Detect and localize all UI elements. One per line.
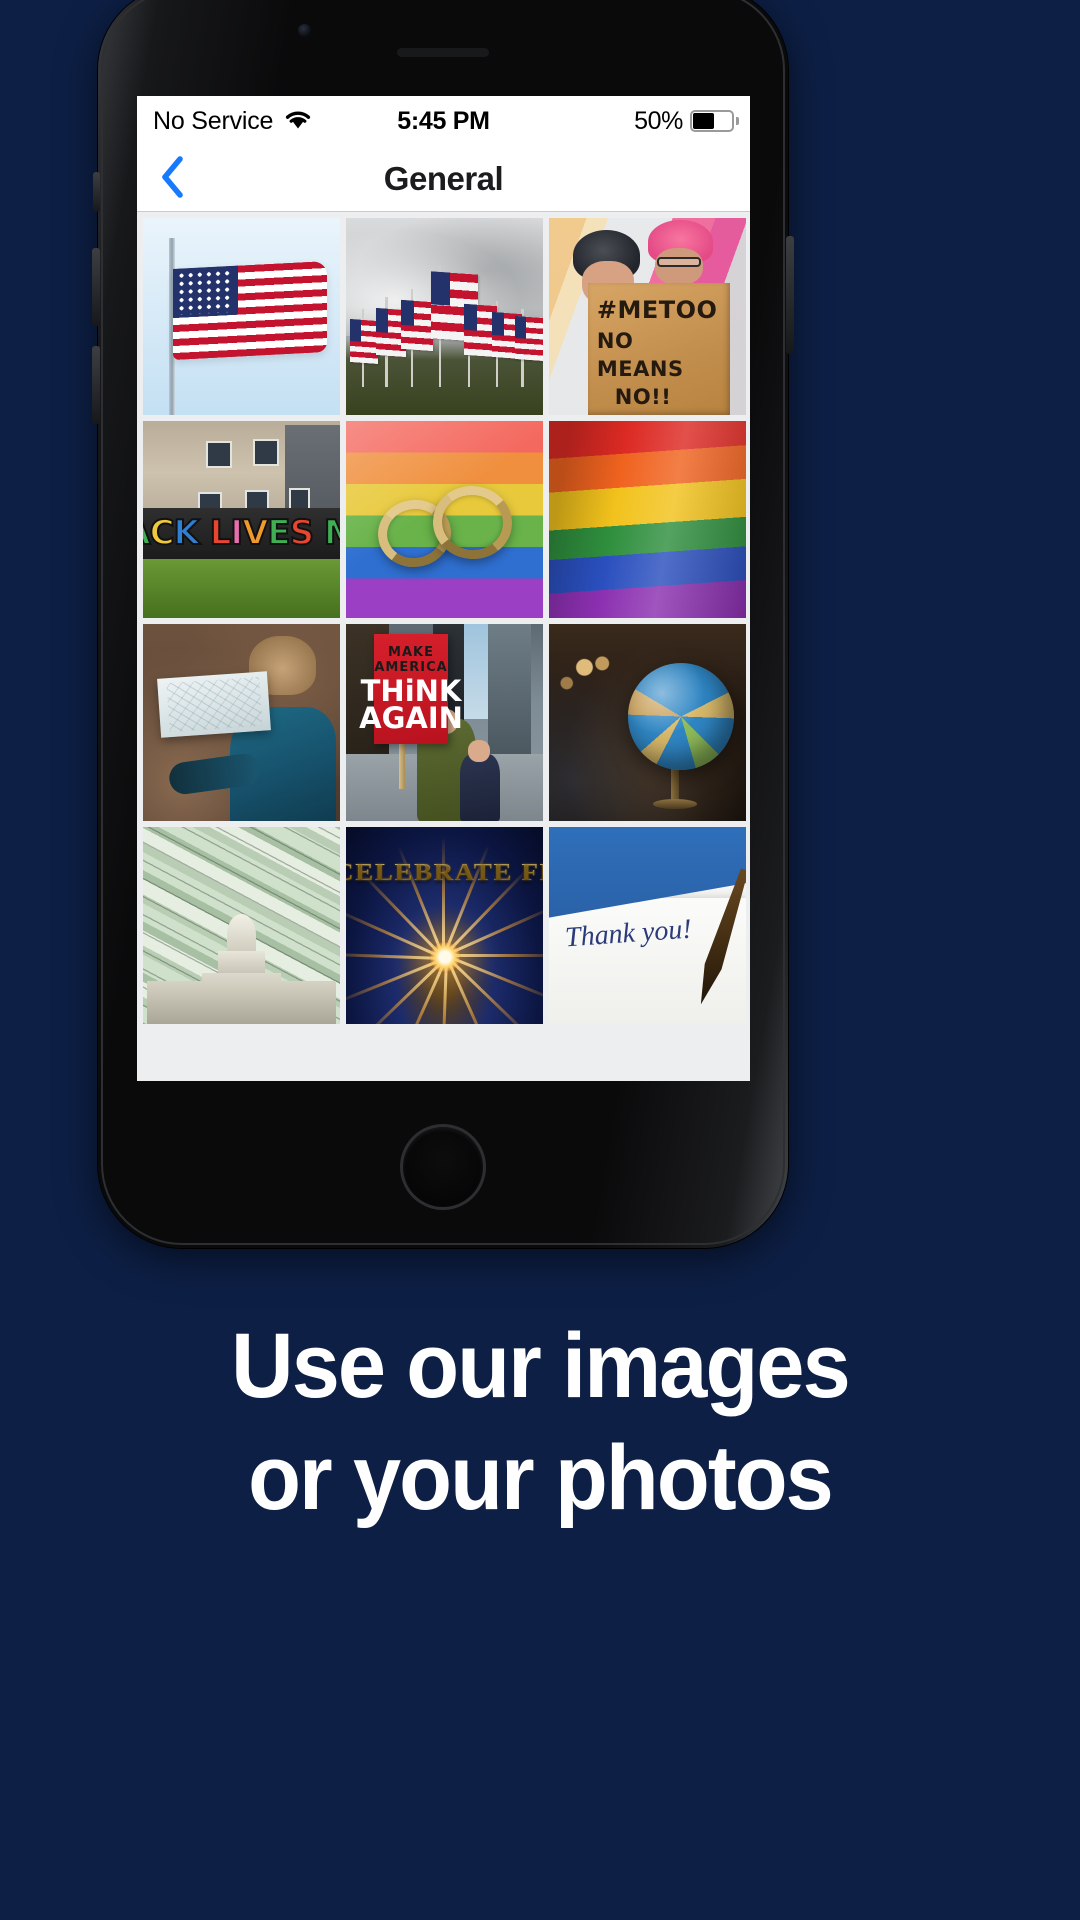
screenshot-stage: No Service 5:45 PM 50% General #METOO NO… [0, 0, 1080, 1920]
front-camera [298, 24, 311, 37]
photo-cell-black-lives-matter-mural[interactable]: BLACK LIVES MAT [143, 421, 340, 618]
photo-grid: #METOO NO MEANS NO!! C K L I V E S MAKE … [137, 212, 750, 1024]
photo-cell-thank-you-card[interactable]: Thank you! [549, 827, 746, 1024]
photo-cell-world-globe[interactable] [549, 624, 746, 821]
photo-cell-child-with-map[interactable] [143, 624, 340, 821]
photo-thumbnail [143, 218, 340, 415]
photo-thumbnail [143, 624, 340, 821]
photo-thumbnail [549, 421, 746, 618]
photo-cell-capitol-money[interactable] [143, 827, 340, 1024]
earpiece-speaker [397, 48, 489, 57]
sign-line-4: AGAIN [359, 701, 463, 736]
protest-sign-text: #METOO NO MEANS NO!! [596, 296, 718, 410]
photo-thumbnail: BLACK LIVES MAT [143, 421, 340, 618]
status-bar-left: No Service [153, 107, 313, 136]
page-title: General [383, 159, 504, 197]
promo-headline-line1: Use our images [231, 1315, 851, 1417]
photo-thumbnail [346, 218, 543, 415]
photo-cell-metoo-protest[interactable]: #METOO NO MEANS NO!! [549, 218, 746, 415]
sign-line-1: MAKE [388, 645, 434, 661]
photo-cell-field-of-flags[interactable] [346, 218, 543, 415]
promo-headline-line2: or your photos [248, 1427, 834, 1530]
mural-text: BLACK LIVES MAT [143, 512, 340, 554]
photo-cell-make-america-think-again[interactable]: MAKE AMERICA THiNK AGAIN [346, 624, 543, 821]
photo-thumbnail: MAKE AMERICA THiNK AGAIN [346, 624, 543, 821]
photo-thumbnail: #METOO NO MEANS NO!! [549, 218, 746, 415]
gallery-scroll-area[interactable]: #METOO NO MEANS NO!! C K L I V E S MAKE … [137, 212, 750, 1081]
volume-down-button[interactable] [92, 346, 100, 424]
home-button[interactable] [400, 1124, 486, 1210]
phone-frame: No Service 5:45 PM 50% General #METOO NO… [92, 0, 794, 1248]
silent-switch[interactable] [93, 172, 100, 212]
photo-cell-us-flag-sky[interactable] [143, 218, 340, 415]
photo-cell-rainbow-pride-flag[interactable] [549, 421, 746, 618]
status-bar-right: 50% [634, 106, 739, 136]
phone-screen: No Service 5:45 PM 50% General #METOO NO… [137, 96, 750, 1081]
photo-thumbnail: CELEBRATE FREEDOM [346, 827, 543, 1024]
photo-cell-celebrate-freedom[interactable]: CELEBRATE FREEDOM [346, 827, 543, 1024]
volume-up-button[interactable] [92, 248, 100, 326]
back-button[interactable] [137, 146, 207, 211]
wifi-icon [283, 108, 313, 135]
photo-thumbnail [143, 827, 340, 1024]
chevron-left-icon [159, 155, 185, 202]
battery-percent-label: 50% [634, 106, 683, 135]
photo-thumbnail [549, 624, 746, 821]
photo-cell-wedding-rings-rainbow[interactable] [346, 421, 543, 618]
protest-sign: MAKE AMERICA THiNK AGAIN [359, 633, 463, 745]
battery-icon [690, 110, 739, 132]
status-bar: No Service 5:45 PM 50% [137, 96, 750, 146]
navigation-bar: General [137, 146, 750, 212]
promo-headline: Use our images or your photos [32, 1310, 1047, 1534]
photo-thumbnail [346, 421, 543, 618]
photo-thumbnail: Thank you! [549, 827, 746, 1024]
power-button[interactable] [786, 236, 794, 354]
carrier-label: No Service [153, 106, 274, 135]
celebrate-freedom-title: CELEBRATE FREEDOM [346, 860, 543, 887]
